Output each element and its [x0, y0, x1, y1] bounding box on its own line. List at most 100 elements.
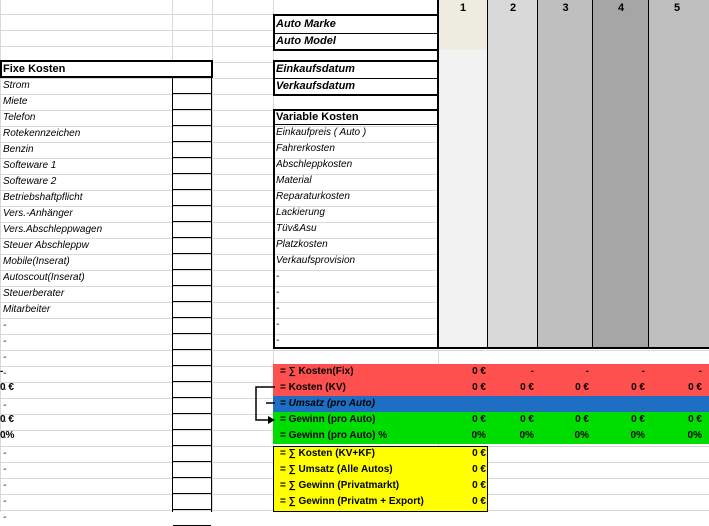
fixe-kosten-item[interactable]: - — [3, 446, 171, 462]
summary-value-cell[interactable]: 0% — [488, 428, 534, 444]
summary-value-cell[interactable]: - — [488, 364, 534, 380]
variable-kosten-item[interactable]: Platzkosten — [276, 237, 436, 253]
fixe-kosten-value-cell[interactable] — [173, 269, 211, 270]
variable-kosten-item[interactable]: Abschleppkosten — [276, 157, 436, 173]
fixe-kosten-item[interactable]: Vers.Abschleppwagen — [3, 222, 171, 238]
fixe-kosten-item[interactable]: Betriebshaftpflicht — [3, 190, 171, 206]
fixe-kosten-value-cell[interactable] — [173, 189, 211, 190]
summary-value-cell[interactable]: 0% — [649, 428, 702, 444]
fixe-kosten-item[interactable]: Rotekennzeichen — [3, 126, 171, 142]
fixe-kosten-item[interactable]: Strom — [3, 78, 171, 94]
fixe-kosten-item[interactable]: Softeware 2 — [3, 174, 171, 190]
fixe-kosten-value-cell[interactable] — [173, 221, 211, 222]
summary-value-cell[interactable]: - — [538, 364, 589, 380]
fixe-kosten-value-cell[interactable] — [173, 333, 211, 334]
total-row-value[interactable]: 0 € — [420, 494, 486, 510]
fixe-kosten-item[interactable]: - — [3, 350, 171, 366]
variable-kosten-item[interactable]: - — [276, 317, 436, 333]
fixe-kosten-item[interactable]: Steuer Abschleppw — [3, 238, 171, 254]
fixe-kosten-value-cell[interactable] — [173, 125, 211, 126]
summary-value-cell[interactable] — [649, 396, 702, 412]
fixe-kosten-item[interactable]: Steuerberater — [3, 286, 171, 302]
summary-value-cell[interactable]: 0% — [400, 428, 486, 444]
column-header-2[interactable]: 2 — [488, 0, 538, 16]
fixe-kosten-item[interactable]: Benzin — [3, 142, 171, 158]
column-header-1[interactable]: 1 — [438, 0, 488, 16]
fixe-kosten-value-cell[interactable] — [173, 237, 211, 238]
column-header-5[interactable]: 5 — [649, 0, 705, 16]
fixe-kosten-item[interactable]: - — [3, 462, 171, 478]
summary-value-cell[interactable]: - — [0, 364, 3, 380]
fixe-kosten-value-cell[interactable] — [173, 141, 211, 142]
fixe-kosten-item[interactable]: - — [3, 494, 171, 510]
fixe-kosten-value-cell[interactable] — [173, 301, 211, 302]
summary-value-cell[interactable] — [593, 396, 645, 412]
summary-value-cell[interactable]: 0 € — [593, 380, 645, 396]
fixe-kosten-value-cell[interactable] — [173, 365, 211, 366]
fixe-kosten-value-cell[interactable] — [173, 93, 211, 94]
column-header-4[interactable]: 4 — [593, 0, 649, 16]
variable-kosten-item[interactable]: Einkaufpreis ( Auto ) — [276, 125, 436, 141]
fixe-kosten-value-cell[interactable] — [173, 429, 211, 430]
fixe-kosten-item[interactable]: - — [3, 430, 171, 446]
summary-value-cell[interactable]: 0% — [538, 428, 589, 444]
summary-value-cell[interactable]: 0 € — [400, 364, 486, 380]
fixe-kosten-value-cell[interactable] — [173, 173, 211, 174]
fixe-kosten-item[interactable]: Autoscout(Inserat) — [3, 270, 171, 286]
summary-value-cell[interactable]: 0 € — [488, 412, 534, 428]
fixe-kosten-item[interactable]: Miete — [3, 94, 171, 110]
fixe-kosten-value-cell[interactable] — [173, 509, 211, 510]
fixe-kosten-item[interactable]: Vers.-Anhänger — [3, 206, 171, 222]
fixe-kosten-item[interactable]: - — [3, 478, 171, 494]
fixe-kosten-item[interactable]: - — [3, 414, 171, 430]
summary-value-cell[interactable]: 0 € — [649, 380, 702, 396]
fixe-kosten-item[interactable]: - — [3, 318, 171, 334]
fixe-kosten-value-cell[interactable] — [173, 253, 211, 254]
summary-value-cell[interactable]: 0 € — [0, 380, 14, 396]
variable-kosten-item[interactable]: Material — [276, 173, 436, 189]
fixe-kosten-item[interactable]: - — [3, 334, 171, 350]
fixe-kosten-value-cell[interactable] — [173, 445, 211, 446]
fixe-kosten-item[interactable]: Mitarbeiter — [3, 302, 171, 318]
fixe-kosten-item[interactable]: Softeware 1 — [3, 158, 171, 174]
summary-value-cell[interactable] — [538, 396, 589, 412]
fixe-kosten-value-cell[interactable] — [173, 477, 211, 478]
summary-value-cell[interactable]: - — [649, 364, 702, 380]
summary-value-cell[interactable]: 0% — [0, 428, 14, 444]
fixe-kosten-item[interactable]: Telefon — [3, 110, 171, 126]
summary-value-cell[interactable]: 0 € — [488, 380, 534, 396]
fixe-kosten-value-cell[interactable] — [173, 349, 211, 350]
summary-value-cell[interactable]: 0 € — [649, 412, 702, 428]
summary-value-cell[interactable]: 0 € — [538, 380, 589, 396]
summary-value-cell[interactable] — [488, 396, 534, 412]
summary-value-cell[interactable]: 0 € — [400, 380, 486, 396]
fixe-kosten-value-cell[interactable] — [173, 397, 211, 398]
variable-kosten-item[interactable]: Verkaufsprovision — [276, 253, 436, 269]
variable-kosten-item[interactable]: - — [276, 333, 436, 349]
variable-kosten-item[interactable]: - — [276, 301, 436, 317]
fixe-kosten-value-cell[interactable] — [173, 205, 211, 206]
column-header-3[interactable]: 3 — [538, 0, 593, 16]
summary-value-cell[interactable]: 0 € — [538, 412, 589, 428]
summary-value-cell[interactable]: 0 € — [400, 412, 486, 428]
fixe-kosten-item[interactable]: - — [3, 382, 171, 398]
fixe-kosten-item[interactable]: - — [3, 366, 171, 382]
summary-value-cell[interactable]: - — [593, 364, 645, 380]
variable-kosten-item[interactable]: - — [276, 269, 436, 285]
variable-kosten-item[interactable]: Fahrerkosten — [276, 141, 436, 157]
summary-value-cell[interactable]: 0% — [593, 428, 645, 444]
variable-kosten-item[interactable]: Reparaturkosten — [276, 189, 436, 205]
fixe-kosten-value-cell[interactable] — [173, 109, 211, 110]
total-row-value[interactable]: 0 € — [420, 478, 486, 494]
summary-value-cell[interactable]: 0 € — [0, 412, 14, 428]
fixe-kosten-item[interactable]: - — [3, 510, 171, 526]
variable-kosten-item[interactable]: Tüv&Asu — [276, 221, 436, 237]
fixe-kosten-value-cell[interactable] — [173, 157, 211, 158]
fixe-kosten-value-cell[interactable] — [173, 461, 211, 462]
fixe-kosten-value-cell[interactable] — [173, 381, 211, 382]
fixe-kosten-item[interactable]: Mobile(Inserat) — [3, 254, 171, 270]
total-row-value[interactable]: 0 € — [420, 446, 486, 462]
variable-kosten-item[interactable]: - — [276, 285, 436, 301]
summary-value-cell[interactable]: 0 € — [593, 412, 645, 428]
fixe-kosten-value-cell[interactable] — [173, 413, 211, 414]
